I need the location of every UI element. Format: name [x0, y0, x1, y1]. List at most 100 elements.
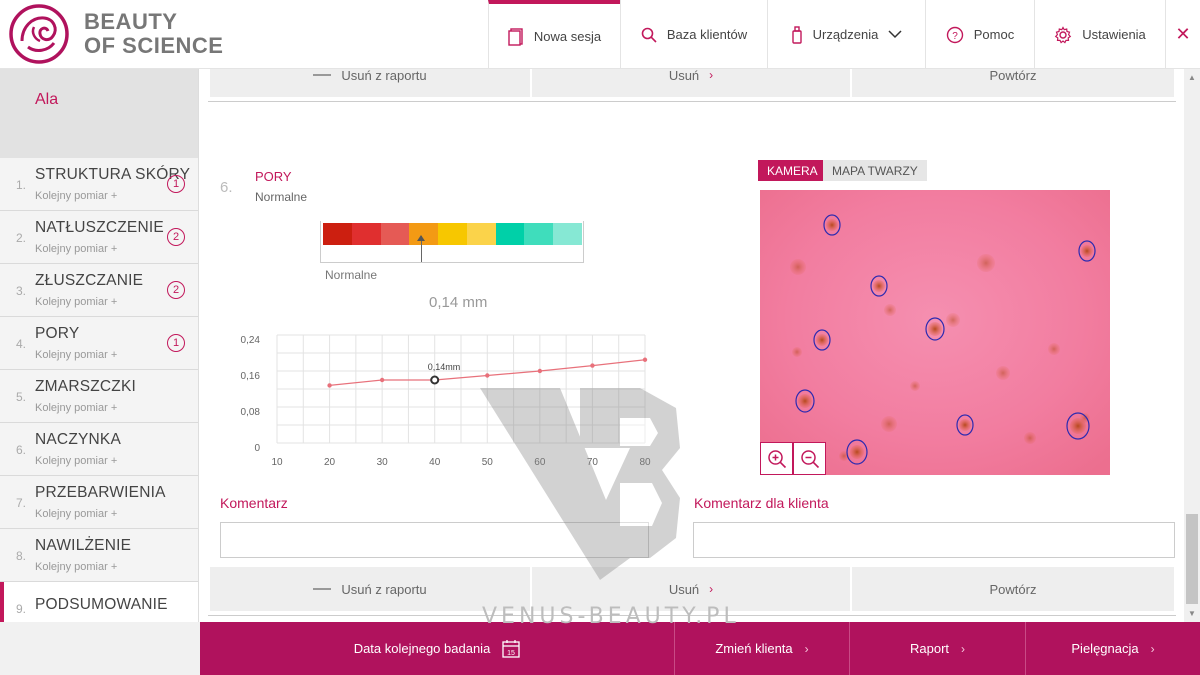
brand-logo[interactable]: BEAUTY OF SCIENCE [8, 3, 248, 65]
camera-image [760, 190, 1110, 475]
step-title: NACZYNKA [35, 431, 122, 448]
scale-segment [553, 223, 583, 245]
highlighted-point [430, 375, 440, 385]
sidebar-step[interactable]: 4. PORY Kolejny pomiar + 1 [0, 317, 198, 370]
step-add-measurement[interactable]: Kolejny pomiar + [35, 296, 117, 308]
repeat-label: Powtórz [989, 69, 1037, 83]
care-label: Pielęgnacja [1071, 641, 1139, 656]
tab-camera[interactable]: KAMERA [758, 160, 827, 181]
change-client-button[interactable]: Zmień klienta › [674, 622, 849, 675]
data-point [537, 368, 543, 374]
sidebar-step[interactable]: 8. NAWILŻENIE Kolejny pomiar + [0, 529, 198, 582]
repeat-button-top[interactable]: Powtórz [852, 69, 1174, 97]
step-add-measurement[interactable]: Kolejny pomiar + [35, 243, 117, 255]
section-subtitle: Normalne [255, 190, 308, 204]
brand-logo-icon [9, 4, 69, 64]
nav-devices[interactable]: Urządzenia [767, 0, 925, 69]
nav-settings-label: Ustawienia [1082, 27, 1146, 42]
svg-text:?: ? [952, 31, 958, 42]
nav-help[interactable]: ? Pomoc [925, 0, 1034, 69]
scroll-down-icon[interactable]: ▼ [1188, 609, 1196, 618]
nav-client-base-label: Baza klientów [666, 27, 748, 42]
measurement-value: 0,14 mm [429, 294, 488, 311]
report-label: Raport [909, 641, 950, 656]
sidebar-step[interactable]: 3. ZŁUSZCZANIE Kolejny pomiar + 2 [0, 264, 198, 317]
nav-help-label: Pomoc [973, 27, 1015, 42]
step-number: 8. [16, 549, 27, 563]
scale-segment [409, 223, 439, 245]
x-tick-label: 10 [271, 457, 283, 468]
pore-scale-bar [323, 223, 583, 245]
y-tick-label: 0,24 [241, 335, 261, 346]
step-add-measurement[interactable]: Kolejny pomiar + [35, 402, 117, 414]
step-number: 9. [16, 602, 27, 616]
scale-segment [466, 223, 496, 245]
remove-from-report-button-top[interactable]: Usuń z raportu [210, 69, 530, 97]
step-title: PRZEBARWIENIA [35, 484, 166, 501]
y-tick-label: 0 [254, 443, 260, 454]
scrollbar-thumb[interactable] [1186, 514, 1198, 604]
step-number: 2. [16, 231, 27, 245]
step-number: 3. [16, 284, 27, 298]
next-exam-date-button[interactable]: Data kolejnego badania 15 [200, 622, 674, 675]
step-add-measurement[interactable]: Kolejny pomiar + [35, 349, 117, 361]
chevron-down-icon [888, 30, 902, 39]
step-add-measurement[interactable]: Kolejny pomiar + [35, 455, 117, 467]
delete-label: Usuń [668, 69, 700, 83]
step-add-measurement[interactable]: Kolejny pomiar + [35, 561, 117, 573]
report-button[interactable]: Raport › [849, 622, 1025, 675]
step-number: 4. [16, 337, 27, 351]
step-count-badge: 1 [167, 175, 185, 193]
search-icon [641, 27, 657, 43]
scale-label: Normalne [325, 268, 378, 282]
y-tick-label: 0,08 [241, 407, 261, 418]
sidebar-footer [0, 622, 200, 675]
step-list: 1. STRUKTURA SKÓRY Kolejny pomiar +1 2. NATŁ… [0, 158, 198, 635]
repeat-label: Powtórz [989, 581, 1037, 597]
nav-settings[interactable]: Ustawienia [1034, 0, 1165, 69]
sidebar-step[interactable]: 1. STRUKTURA SKÓRY Kolejny pomiar +1 [0, 158, 198, 211]
step-title: NAWILŻENIE [35, 537, 132, 554]
document-icon [508, 27, 523, 46]
nav-devices-label: Urządzenia [812, 27, 879, 42]
next-exam-date-label: Data kolejnego badania [353, 641, 491, 656]
section-title: PORY [255, 169, 292, 184]
calendar-icon: 15 [502, 640, 520, 658]
step-add-measurement[interactable]: Kolejny pomiar + [35, 508, 117, 520]
client-comment-field[interactable] [693, 522, 1175, 558]
sidebar-step[interactable]: 5. ZMARSZCZKI Kolejny pomiar + [0, 370, 198, 423]
zoom-in-button[interactable] [760, 442, 793, 475]
tab-face-map[interactable]: MAPA TWARZY [823, 160, 927, 181]
brand-name-line2: OF SCIENCE [84, 33, 224, 58]
repeat-button[interactable]: Powtórz [852, 567, 1174, 611]
section-number: 6. [220, 179, 233, 196]
scale-segment [524, 223, 554, 245]
watermark-logo [480, 388, 680, 580]
delete-button-top[interactable]: Usuń › [532, 69, 850, 97]
sidebar: Ala 1. STRUKTURA SKÓRY Kolejny pomiar +1 2.… [0, 69, 199, 635]
scroll-up-icon[interactable]: ▲ [1188, 73, 1196, 82]
close-icon[interactable]: ✕ [1165, 0, 1200, 69]
nav-new-session[interactable]: Nowa sesja [488, 0, 620, 69]
brand-name-line1: BEAUTY [84, 9, 178, 34]
data-point [485, 373, 490, 378]
sidebar-step[interactable]: 6. NACZYNKA Kolejny pomiar + [0, 423, 198, 476]
chevron-right-icon: › [709, 69, 714, 82]
device-icon [791, 25, 802, 44]
sidebar-step[interactable]: 2. NATŁUSZCZENIE Kolejny pomiar + 2 [0, 211, 198, 264]
x-tick-label: 30 [377, 457, 389, 468]
scale-segment [495, 223, 525, 245]
data-point [327, 383, 332, 388]
nav-client-base[interactable]: Baza klientów [620, 0, 767, 69]
step-add-measurement[interactable]: Kolejny pomiar + [35, 190, 117, 202]
care-button[interactable]: Pielęgnacja › [1025, 622, 1200, 675]
action-row-top: Usuń z raportu Usuń › Powtórz [210, 69, 1176, 97]
remove-from-report-label: Usuń z raportu [341, 69, 427, 83]
chevron-right-icon: › [804, 641, 809, 656]
step-title: PODSUMOWANIE [35, 596, 168, 613]
sidebar-step[interactable]: 7. PRZEBARWIENIA Kolejny pomiar + [0, 476, 198, 529]
zoom-out-button[interactable] [793, 442, 826, 475]
main-scrollbar[interactable]: ▲ ▼ [1184, 69, 1200, 622]
step-number: 7. [16, 496, 27, 510]
footer-bar: Data kolejnego badania 15 Zmień klienta ›… [200, 622, 1200, 675]
